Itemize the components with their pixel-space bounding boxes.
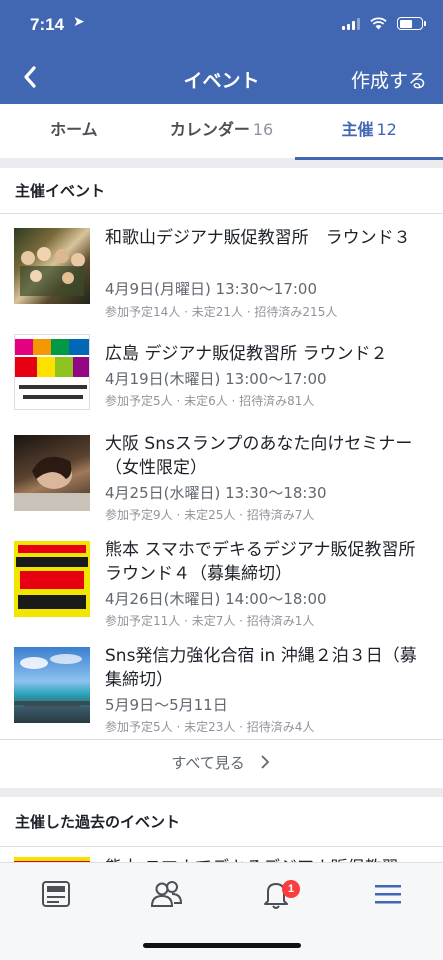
event-date: 4月9日(月曜日) 13:30～17:00: [105, 280, 318, 298]
status-indicators: [342, 17, 426, 30]
event-title: Sns発信力強化合宿 in 沖縄２泊３日（募集締切）: [105, 646, 417, 690]
event-item[interactable]: Sns発信力強化合宿 in 沖縄２泊３日（募集締切） 5月9日～5月11日 参加…: [0, 644, 443, 740]
tab-hosting[interactable]: 主催 12: [295, 104, 443, 160]
event-item[interactable]: 大阪 Snsスランプのあなた向けセミナー（女性限定） 4月25日(水曜日) 13…: [0, 432, 443, 528]
event-title: 大阪 Snsスランプのあなた向けセミナー（女性限定）: [105, 434, 413, 478]
event-title: 和歌山デジアナ販促教習所 ラウンド３: [105, 228, 411, 248]
cell-signal-icon: [342, 17, 360, 30]
event-date: 4月26日(木曜日) 14:00～18:00: [105, 590, 327, 608]
notification-badge: 1: [282, 880, 300, 898]
event-thumbnail: [14, 228, 90, 304]
event-thumbnail: [14, 435, 90, 511]
event-thumbnail: [14, 541, 90, 617]
event-tabs: ホーム カレンダー 16 主催 12: [0, 104, 443, 160]
hosted-events-section: 主催イベント 和歌山デジアナ販促教習所 ラウンド３ 4月9日(月曜日) 13:3…: [0, 168, 443, 788]
create-button[interactable]: 作成する: [351, 66, 427, 93]
event-item[interactable]: 熊本 スマホでデキるデジアナ販促教習所 ラウンド４（募集締切） 4月26日(木曜…: [0, 538, 443, 634]
training-school-logo-image: [15, 339, 89, 399]
okinawa-sea-photo-image: [14, 654, 90, 707]
location-arrow-icon: ➤: [73, 14, 85, 30]
friends-icon[interactable]: [148, 877, 184, 911]
news-feed-icon[interactable]: [38, 877, 74, 911]
group-photo-image: [20, 247, 85, 296]
event-thumbnail: [14, 334, 90, 410]
top-navigation-bar: 7:14 ➤ イベント 作成する: [0, 0, 443, 104]
tab-label: ホーム: [50, 120, 98, 139]
event-attendance: 参加予定5人 · 未定23人 · 招待済み4人: [105, 720, 315, 734]
event-attendance: 参加予定14人 · 未定21人 · 招待済み215人: [105, 305, 338, 319]
sns-beginner-flyer-image: [14, 541, 90, 617]
event-attendance: 参加予定11人 · 未定7人 · 招待済み1人: [105, 614, 315, 628]
event-date: 4月19日(木曜日) 13:00～17:00: [105, 370, 327, 388]
chevron-right-icon: [260, 755, 269, 769]
menu-icon[interactable]: [370, 877, 406, 911]
event-attendance: 参加予定9人 · 未定25人 · 招待済み7人: [105, 508, 315, 522]
event-title: 熊本 スマホでデキるデジアナ販促教習所 ラウンド４（募集締切）: [105, 540, 416, 584]
event-date: 5月9日～5月11日: [105, 696, 228, 714]
status-time: 7:14: [30, 15, 65, 34]
tab-label: 主催: [341, 120, 374, 139]
home-indicator[interactable]: [143, 943, 301, 948]
battery-icon: [397, 17, 426, 30]
event-item[interactable]: 広島 デジアナ販促教習所 ラウンド２ 4月19日(木曜日) 13:00～17:0…: [0, 334, 443, 424]
event-title: 広島 デジアナ販促教習所 ラウンド２: [105, 344, 388, 364]
event-thumbnail: [14, 647, 90, 723]
tab-count: 12: [376, 120, 397, 139]
tab-calendar[interactable]: カレンダー 16: [148, 104, 296, 158]
see-all-label: すべて見る: [171, 754, 245, 772]
event-attendance: 参加予定5人 · 未定6人 · 招待済み81人: [105, 394, 315, 408]
event-item[interactable]: 和歌山デジアナ販促教習所 ラウンド３ 4月9日(月曜日) 13:30～17:00…: [0, 226, 443, 322]
section-header: 主催した過去のイベント: [0, 797, 443, 847]
tab-label: カレンダー: [169, 120, 250, 139]
event-date: 4月25日(水曜日) 13:30～18:30: [105, 484, 327, 502]
wifi-icon: [370, 17, 387, 30]
tab-count: 16: [252, 120, 274, 139]
section-header: 主催イベント: [0, 168, 443, 214]
tab-home[interactable]: ホーム: [0, 104, 148, 158]
see-all-button[interactable]: すべて見る: [0, 739, 443, 787]
woman-resting-photo-image: [14, 456, 90, 511]
